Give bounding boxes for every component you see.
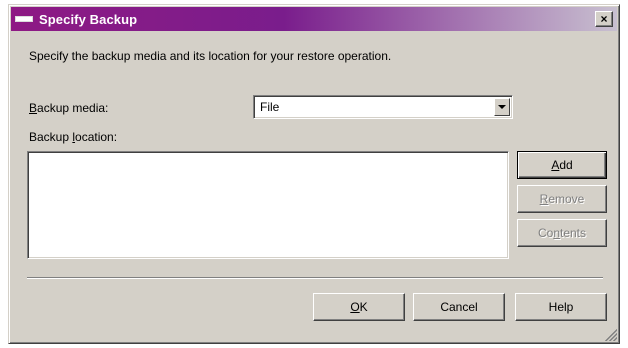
separator bbox=[27, 277, 603, 279]
close-icon: × bbox=[600, 12, 608, 26]
add-button[interactable]: Add bbox=[517, 151, 607, 179]
contents-button[interactable]: Co n tents bbox=[517, 219, 607, 247]
backup-media-select[interactable]: File bbox=[253, 95, 513, 119]
specify-backup-dialog: Specify Backup × Specify the backup medi… bbox=[8, 4, 620, 344]
resize-grip-icon[interactable] bbox=[605, 329, 617, 341]
help-button[interactable]: Help bbox=[515, 293, 607, 321]
remove-button[interactable]: Remove bbox=[517, 185, 607, 213]
window-title: Specify Backup bbox=[39, 11, 138, 27]
chevron-down-icon bbox=[498, 105, 506, 109]
close-button[interactable]: × bbox=[595, 11, 613, 27]
window-menu-icon[interactable] bbox=[15, 15, 35, 23]
backup-media-label: Backup media: bbox=[29, 101, 109, 115]
backup-location-list[interactable] bbox=[27, 151, 509, 259]
dropdown-button[interactable] bbox=[494, 98, 510, 116]
backup-location-label: Backup location: bbox=[29, 130, 118, 144]
backup-media-value: File bbox=[260, 100, 280, 114]
title-bar[interactable]: Specify Backup × bbox=[11, 7, 617, 31]
instruction-text: Specify the backup media and its locatio… bbox=[29, 49, 392, 63]
ok-button[interactable]: OK bbox=[313, 293, 405, 321]
cancel-button[interactable]: Cancel bbox=[413, 293, 505, 321]
